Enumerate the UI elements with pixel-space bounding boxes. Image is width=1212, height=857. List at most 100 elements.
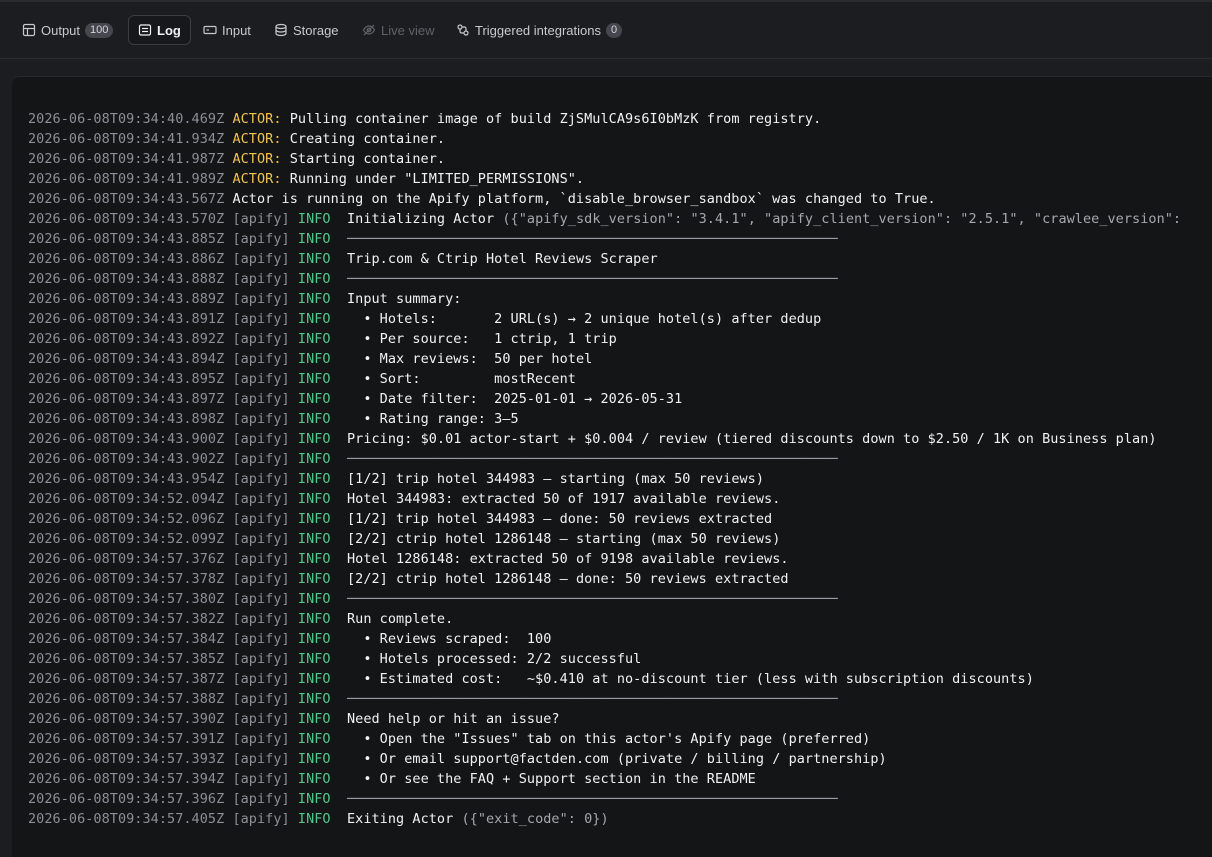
tab-output[interactable]: Output 100: [22, 15, 114, 45]
log-message: • Estimated cost: ~$0.410 at no-discount…: [346, 671, 1034, 687]
log-message: Input summary:: [346, 291, 462, 307]
tab-label: Live view: [381, 22, 435, 38]
log-level: INFO: [297, 431, 331, 447]
log-line: 2026-06-08T09:34:52.096Z [apify] INFO [1…: [28, 509, 1181, 529]
log-source: [apify]: [232, 531, 290, 547]
log-line: 2026-06-08T09:34:57.405Z [apify] INFO Ex…: [28, 809, 1181, 829]
log-timestamp: 2026-06-08T09:34:43.567Z: [28, 191, 225, 207]
log-level: INFO: [297, 751, 331, 767]
log-message: • Or email support@factden.com (private …: [346, 751, 887, 767]
log-line: 2026-06-08T09:34:43.895Z [apify] INFO • …: [28, 369, 1181, 389]
log-line: 2026-06-08T09:34:57.394Z [apify] INFO • …: [28, 769, 1181, 789]
log-line: 2026-06-08T09:34:43.888Z [apify] INFO ──…: [28, 269, 1181, 289]
log-source: [apify]: [232, 571, 290, 587]
database-icon: [274, 23, 288, 37]
log-timestamp: 2026-06-08T09:34:57.378Z: [28, 571, 225, 587]
log-line: 2026-06-08T09:34:57.382Z [apify] INFO Ru…: [28, 609, 1181, 629]
log-timestamp: 2026-06-08T09:34:43.900Z: [28, 431, 225, 447]
log-extra: ({"exit_code": 0}): [461, 811, 609, 827]
log-timestamp: 2026-06-08T09:34:43.897Z: [28, 391, 225, 407]
log-timestamp: 2026-06-08T09:34:57.376Z: [28, 551, 225, 567]
tab-live-view[interactable]: Live view: [362, 15, 434, 45]
log-level: INFO: [297, 651, 331, 667]
tab-storage[interactable]: Storage: [274, 15, 339, 45]
log-level: INFO: [297, 811, 331, 827]
log-message: [2/2] ctrip hotel 1286148 — starting (ma…: [346, 531, 781, 547]
log-line: 2026-06-08T09:34:43.892Z [apify] INFO • …: [28, 329, 1181, 349]
log-divider: ────────────────────────────────────────…: [346, 591, 838, 607]
log-timestamp: 2026-06-08T09:34:57.384Z: [28, 631, 225, 647]
log-source: [apify]: [232, 291, 290, 307]
log-source: [apify]: [232, 271, 290, 287]
log-level: INFO: [297, 551, 331, 567]
log-line: 2026-06-08T09:34:41.934Z ACTOR: Creating…: [28, 129, 1181, 149]
log-source: [apify]: [232, 411, 290, 427]
log-source: [apify]: [232, 211, 290, 227]
log-level: INFO: [297, 291, 331, 307]
log-timestamp: 2026-06-08T09:34:57.393Z: [28, 751, 225, 767]
log-message: [1/2] trip hotel 344983 — done: 50 revie…: [346, 511, 773, 527]
tab-input[interactable]: Input: [203, 15, 251, 45]
log-timestamp: 2026-06-08T09:34:43.902Z: [28, 451, 225, 467]
log-line: 2026-06-08T09:34:41.989Z ACTOR: Running …: [28, 169, 1181, 189]
log-level: INFO: [297, 351, 331, 367]
log-message: Creating container.: [289, 131, 446, 147]
log-panel[interactable]: 2026-06-08T09:34:40.469Z ACTOR: Pulling …: [12, 76, 1212, 857]
log-source: [apify]: [232, 751, 290, 767]
log-message: Pricing: $0.01 actor-start + $0.004 / re…: [346, 431, 1157, 447]
log-level: INFO: [297, 411, 331, 427]
log-message: Hotel 1286148: extracted 50 of 9198 avai…: [346, 551, 789, 567]
log-line: 2026-06-08T09:34:40.469Z ACTOR: Pulling …: [28, 109, 1181, 129]
log-timestamp: 2026-06-08T09:34:43.895Z: [28, 371, 225, 387]
log-source: [apify]: [232, 691, 290, 707]
log-line: 2026-06-08T09:34:57.384Z [apify] INFO • …: [28, 629, 1181, 649]
log-timestamp: 2026-06-08T09:34:52.094Z: [28, 491, 225, 507]
log-timestamp: 2026-06-08T09:34:57.388Z: [28, 691, 225, 707]
tab-triggered-integrations[interactable]: Triggered integrations 0: [456, 15, 623, 45]
log-timestamp: 2026-06-08T09:34:43.886Z: [28, 251, 225, 267]
log-line: 2026-06-08T09:34:43.889Z [apify] INFO In…: [28, 289, 1181, 309]
log-message: Initializing Actor: [346, 211, 495, 227]
log-message: • Reviews scraped: 100: [346, 631, 552, 647]
log-timestamp: 2026-06-08T09:34:57.391Z: [28, 731, 225, 747]
log-lines: 2026-06-08T09:34:40.469Z ACTOR: Pulling …: [28, 109, 1181, 829]
log-source: [apify]: [232, 451, 290, 467]
log-message: Starting container.: [289, 151, 446, 167]
input-icon: [203, 23, 217, 37]
log-message: • Date filter: 2025-01-01 → 2026-05-31: [346, 391, 683, 407]
count-badge: 100: [85, 22, 114, 38]
log-level: INFO: [297, 471, 331, 487]
log-source: [apify]: [232, 591, 290, 607]
log-timestamp: 2026-06-08T09:34:43.954Z: [28, 471, 225, 487]
log-actor-prefix: ACTOR:: [232, 171, 282, 187]
log-source: [apify]: [232, 771, 290, 787]
log-message: • Max reviews: 50 per hotel: [346, 351, 593, 367]
log-source: [apify]: [232, 431, 290, 447]
log-line: 2026-06-08T09:34:43.567Z Actor is runnin…: [28, 189, 1181, 209]
log-extra: ({"apify_sdk_version": "3.4.1", "apify_c…: [502, 211, 1182, 227]
log-actor-prefix: ACTOR:: [232, 111, 282, 127]
log-timestamp: 2026-06-08T09:34:43.892Z: [28, 331, 225, 347]
log-message: Trip.com & Ctrip Hotel Reviews Scraper: [346, 251, 658, 267]
log-line: 2026-06-08T09:34:57.388Z [apify] INFO ──…: [28, 689, 1181, 709]
log-timestamp: 2026-06-08T09:34:43.891Z: [28, 311, 225, 327]
log-level: INFO: [297, 391, 331, 407]
log-source: [apify]: [232, 231, 290, 247]
log-level: INFO: [297, 711, 331, 727]
log-timestamp: 2026-06-08T09:34:43.898Z: [28, 411, 225, 427]
log-level: INFO: [297, 791, 331, 807]
log-level: INFO: [297, 771, 331, 787]
log-level: INFO: [297, 331, 331, 347]
log-divider: ────────────────────────────────────────…: [346, 271, 838, 287]
log-timestamp: 2026-06-08T09:34:52.096Z: [28, 511, 225, 527]
log-source: [apify]: [232, 491, 290, 507]
log-level: INFO: [297, 271, 331, 287]
log-line: 2026-06-08T09:34:43.891Z [apify] INFO • …: [28, 309, 1181, 329]
log-line: 2026-06-08T09:34:43.898Z [apify] INFO • …: [28, 409, 1181, 429]
tab-label: Storage: [293, 22, 339, 38]
log-timestamp: 2026-06-08T09:34:57.380Z: [28, 591, 225, 607]
log-icon: [138, 23, 152, 37]
log-line: 2026-06-08T09:34:57.391Z [apify] INFO • …: [28, 729, 1181, 749]
log-message: Actor is running on the Apify platform, …: [232, 191, 936, 207]
tab-log[interactable]: Log: [128, 15, 191, 45]
